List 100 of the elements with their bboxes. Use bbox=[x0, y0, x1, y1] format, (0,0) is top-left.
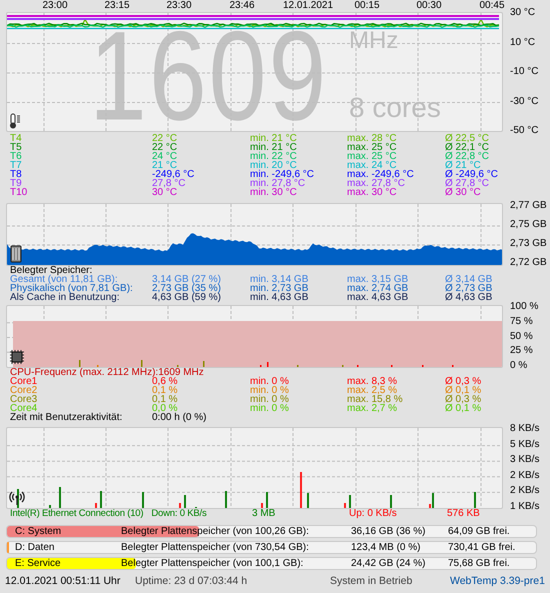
axis-label: -50 °C bbox=[510, 126, 538, 136]
average-reading: Ø 3,14 GB bbox=[445, 275, 494, 284]
average-reading: Ø -249,6 °C bbox=[445, 170, 499, 179]
average-reading: Ø 0,3 % bbox=[445, 395, 482, 404]
average-reading: Ø 27,8 °C bbox=[445, 179, 490, 188]
max-reading: max. 24 °C bbox=[347, 161, 397, 170]
max-reading: max. 30 °C bbox=[347, 188, 398, 197]
current-reading: 0,0 % bbox=[152, 404, 178, 413]
axis-label: 0 % bbox=[510, 361, 528, 371]
max-reading: max. 4,63 GB bbox=[347, 293, 410, 302]
min-reading: min. 0 % bbox=[250, 386, 290, 395]
min-reading: min. 4,63 GB bbox=[250, 293, 310, 302]
adapter-name: Intel(R) Ethernet Connection (10) bbox=[10, 509, 144, 518]
axis-label: 75 % bbox=[510, 316, 533, 327]
drive-used: 24,42 GB (24 %) bbox=[351, 558, 426, 569]
current-reading: 4,63 GB (59 %) bbox=[152, 293, 222, 302]
average-reading: Ø 22,1 °C bbox=[445, 143, 490, 152]
max-reading: max. 3,15 GB bbox=[347, 275, 410, 284]
time-label: 23:00 bbox=[42, 0, 68, 12]
drive-free: 730,41 GB frei. bbox=[448, 542, 516, 553]
current-reading: 0,6 % bbox=[152, 377, 179, 386]
average-reading: Ø 0,1 % bbox=[445, 386, 482, 395]
axis-label: -30 °C bbox=[510, 96, 538, 106]
drive-used: 123,4 MB (0 %) bbox=[351, 542, 422, 553]
row-label: T7 bbox=[10, 161, 23, 170]
row-label: T6 bbox=[10, 152, 23, 161]
drive-capacity-label: Belegter Plattenspeicher (von 730,54 GB): bbox=[121, 542, 310, 553]
system-state: System in Betrieb bbox=[330, 575, 414, 588]
max-reading: max. 27,8 °C bbox=[347, 179, 406, 188]
min-reading: min. -249,6 °C bbox=[250, 170, 316, 179]
max-reading: max. 28 °C bbox=[347, 134, 398, 143]
row-label: Gesamt (von 11,81 GB): bbox=[10, 275, 118, 284]
max-reading: max. 25 °C bbox=[347, 143, 398, 152]
axis-label: 1 KB/s bbox=[510, 502, 540, 512]
current-reading: 0,1 % bbox=[152, 386, 179, 395]
date-time: 12.01.2021 00:51:11 Uhr bbox=[5, 575, 122, 588]
drive-name: C: System bbox=[14, 526, 62, 537]
row-label: T10 bbox=[10, 188, 28, 197]
average-reading: Ø 4,63 GB bbox=[445, 293, 494, 302]
min-reading: min. 3,14 GB bbox=[250, 275, 310, 284]
max-reading: max. 2,74 GB bbox=[347, 284, 410, 293]
min-reading: min. 0 % bbox=[250, 377, 290, 386]
axis-label: 2 KB/s bbox=[510, 470, 540, 481]
max-reading: max. 2,7 % bbox=[347, 404, 398, 413]
version-label: WebTemp 3.39-pre1 bbox=[450, 575, 545, 588]
axis-label: 3 KB/s bbox=[510, 455, 540, 466]
time-label: 23:46 bbox=[229, 0, 255, 12]
min-reading: min. 0 % bbox=[250, 395, 290, 404]
current-reading: 0,1 % bbox=[152, 395, 179, 404]
max-reading: max. 8,3 % bbox=[347, 377, 398, 386]
axis-label: 5 KB/s bbox=[510, 440, 540, 450]
current-reading: 3,14 GB (27 %) bbox=[152, 275, 222, 284]
current-reading: 30 °C bbox=[152, 188, 178, 197]
current-reading: -249,6 °C bbox=[152, 170, 196, 179]
axis-label: 2,77 GB bbox=[510, 201, 547, 211]
current-reading: 2,73 GB (35 %) bbox=[152, 284, 222, 293]
download-rate: Down: 0 KB/s bbox=[151, 509, 206, 518]
min-reading: min. 21 °C bbox=[250, 134, 298, 143]
time-label: 23:15 bbox=[104, 0, 130, 12]
drive-capacity-label: Belegter Plattenspeicher (von 100,26 GB): bbox=[121, 526, 310, 537]
row-label: T5 bbox=[10, 143, 23, 152]
average-reading: Ø 21 °C bbox=[445, 161, 481, 170]
row-label: T4 bbox=[10, 134, 23, 143]
activity-value: 0:00 h (0 %) bbox=[152, 413, 206, 422]
row-label: Core2 bbox=[10, 386, 38, 395]
chip-icon bbox=[9, 349, 25, 365]
average-reading: Ø 0,3 % bbox=[445, 377, 482, 386]
min-reading: min. 30 °C bbox=[250, 188, 298, 197]
axis-label: 100 % bbox=[510, 302, 538, 312]
axis-label: 2,72 GB bbox=[510, 258, 547, 268]
axis-label: 8 KB/s bbox=[510, 424, 540, 434]
axis-label: 50 % bbox=[510, 332, 533, 342]
row-label: Core1 bbox=[10, 377, 38, 386]
section-heading: Belegter Speicher: bbox=[10, 266, 92, 275]
axis-label: 30 °C bbox=[510, 8, 536, 18]
max-reading: max. 15,8 % bbox=[347, 395, 404, 404]
frequency-value: 1609 MHz bbox=[158, 368, 204, 377]
max-reading: max. -249,6 °C bbox=[347, 170, 415, 179]
average-reading: Ø 0,1 % bbox=[445, 404, 482, 413]
memory-module-icon bbox=[9, 245, 23, 263]
average-reading: Ø 22,5 °C bbox=[445, 134, 490, 143]
axis-label: 2 KB/s bbox=[510, 486, 540, 496]
row-label: Physikalisch (von 7,81 GB): bbox=[10, 284, 134, 293]
min-reading: min. 2,73 GB bbox=[250, 284, 310, 293]
drive-name: E: Service bbox=[14, 558, 62, 569]
max-reading: max. 2,5 % bbox=[347, 386, 398, 395]
current-reading: 22 °C bbox=[152, 143, 178, 152]
min-reading: min. 20 °C bbox=[250, 161, 297, 170]
time-label: 00:30 bbox=[416, 0, 442, 12]
row-label: T9 bbox=[10, 179, 22, 188]
current-reading: 22 °C bbox=[152, 134, 178, 143]
average-reading: Ø 22,8 °C bbox=[445, 152, 490, 161]
axis-label: -10 °C bbox=[510, 67, 538, 77]
drive-free: 64,09 GB frei. bbox=[448, 526, 511, 537]
current-reading: 24 °C bbox=[152, 152, 178, 161]
axis-label: 25 % bbox=[510, 346, 533, 356]
row-label: T8 bbox=[10, 170, 23, 179]
axis-label: 2,75 GB bbox=[510, 220, 547, 230]
frequency-label: CPU-Frequenz (max. 2112 MHz): bbox=[10, 368, 158, 377]
max-reading: max. 25 °C bbox=[347, 152, 398, 161]
